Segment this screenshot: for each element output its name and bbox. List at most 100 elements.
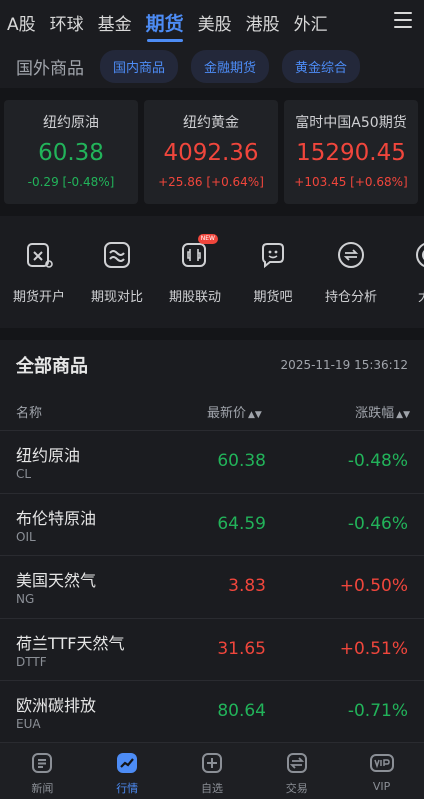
quote-card[interactable]: 富时中国A50期货 15290.45 +103.45 [+0.68%] bbox=[284, 100, 418, 204]
market-icon bbox=[115, 751, 139, 775]
bottom-tab-label: 行情 bbox=[116, 782, 139, 795]
row-code: OIL bbox=[16, 529, 36, 544]
watchlist-icon bbox=[200, 751, 224, 775]
quote-card-name: 富时中国A50期货 bbox=[295, 115, 407, 131]
quote-card-name: 纽约原油 bbox=[43, 115, 99, 131]
news-icon bbox=[30, 751, 54, 775]
sub-nav: 国外商品 国内商品 金融期货 黄金综合 bbox=[0, 44, 424, 88]
row-code: EUA bbox=[16, 717, 41, 731]
tool-link[interactable]: NEW 期股联动 bbox=[156, 216, 234, 328]
position-analysis-icon bbox=[336, 240, 366, 270]
bottom-tab-trade[interactable]: 交易 bbox=[254, 743, 339, 799]
account-open-icon bbox=[24, 240, 54, 270]
new-badge: NEW bbox=[197, 234, 218, 244]
sort-icon: ▲▼ bbox=[248, 410, 262, 420]
quote-card[interactable]: 纽约黄金 4092.36 +25.86 [+0.64%] bbox=[144, 100, 278, 204]
tool-label: 大V bbox=[390, 286, 424, 305]
quote-cards: 纽约原油 60.38 -0.29 [-0.48%] 纽约黄金 4092.36 +… bbox=[0, 100, 424, 204]
row-change: +0.50% bbox=[339, 576, 408, 596]
table-row[interactable]: 荷兰TTF天然气 DTTF 31.65 +0.51% bbox=[0, 617, 424, 680]
bottom-tab-label: 交易 bbox=[285, 782, 308, 795]
quote-card-price: 4092.36 bbox=[163, 140, 259, 166]
tools-row: 期货开户 期现对比 NEW 期股联动 期货吧 持仓分析 大V bbox=[0, 216, 424, 328]
tool-position-analysis[interactable]: 持仓分析 bbox=[312, 216, 390, 328]
row-name: 荷兰TTF天然气 bbox=[16, 633, 125, 653]
tool-account-open[interactable]: 期货开户 bbox=[0, 216, 78, 328]
row-price: 3.83 bbox=[228, 576, 266, 596]
row-name: 布伦特原油 bbox=[16, 508, 97, 528]
row-price: 31.65 bbox=[217, 638, 266, 659]
list-title: 全部商品 bbox=[16, 356, 88, 377]
table-row[interactable]: 布伦特原油 OIL 64.59 -0.46% bbox=[0, 492, 424, 555]
tab-global[interactable]: 环球 bbox=[43, 0, 91, 44]
tab-hk-stocks[interactable]: 港股 bbox=[239, 0, 287, 44]
table-row[interactable]: 欧洲碳排放 EUA 80.64 -0.71% bbox=[0, 680, 424, 743]
row-change: -0.71% bbox=[347, 701, 408, 721]
column-price[interactable]: 最新价 ▲▼ bbox=[207, 402, 262, 421]
tab-futures[interactable]: 期货 bbox=[139, 0, 191, 44]
bottom-tab-vip[interactable]: VIP bbox=[339, 743, 424, 799]
tool-label: 期股联动 bbox=[168, 290, 221, 305]
tool-label: 期货吧 bbox=[253, 290, 293, 305]
sort-icon: ▲▼ bbox=[396, 410, 410, 420]
sub-nav-current[interactable]: 国外商品 bbox=[16, 54, 84, 79]
column-change[interactable]: 涨跌幅 ▲▼ bbox=[355, 402, 410, 421]
row-code: NG bbox=[16, 592, 35, 606]
chat-icon bbox=[258, 240, 288, 270]
commodity-list: 纽约原油 CL 60.38 -0.48% 布伦特原油 OIL 64.59 -0.… bbox=[0, 430, 424, 743]
top-nav: A股 环球 基金 期货 美股 港股 外汇 bbox=[0, 0, 424, 44]
row-name: 美国天然气 bbox=[16, 571, 97, 590]
row-change: -0.46% bbox=[347, 513, 408, 534]
column-price-label: 最新价 bbox=[207, 406, 247, 421]
bottom-tab-bar: 新闻 行情 自选 交易 VIP bbox=[0, 742, 424, 799]
table-row[interactable]: 纽约原油 CL 60.38 -0.48% bbox=[0, 430, 424, 493]
tool-forum[interactable]: 期货吧 bbox=[234, 216, 312, 328]
pill-financial-futures[interactable]: 金融期货 bbox=[191, 49, 270, 83]
row-name: 欧洲碳排放 bbox=[16, 696, 97, 715]
bottom-tab-market[interactable]: 行情 bbox=[85, 743, 170, 799]
row-code: CL bbox=[16, 467, 32, 481]
tool-label: 期货开户 bbox=[12, 290, 65, 305]
row-name: 纽约原油 bbox=[16, 446, 81, 465]
column-name: 名称 bbox=[16, 406, 43, 421]
compare-icon bbox=[102, 240, 132, 270]
quote-card-change: +103.45 [+0.68%] bbox=[294, 175, 408, 189]
tab-funds[interactable]: 基金 bbox=[91, 0, 139, 44]
quote-card-price: 15290.45 bbox=[296, 140, 406, 166]
tool-influencer[interactable]: 大V bbox=[390, 216, 424, 328]
bottom-tab-label: 自选 bbox=[200, 782, 223, 795]
quote-card-change: -0.29 [-0.48%] bbox=[27, 175, 115, 189]
quote-card-price: 60.38 bbox=[38, 140, 104, 166]
link-icon: NEW bbox=[180, 234, 218, 270]
vip-icon bbox=[369, 751, 394, 775]
list-timestamp: 2025-11-19 15:36:12 bbox=[280, 358, 408, 372]
row-price: 60.38 bbox=[217, 451, 266, 471]
bottom-tab-watchlist[interactable]: 自选 bbox=[170, 743, 255, 799]
bottom-tab-news[interactable]: 新闻 bbox=[0, 743, 85, 799]
bottom-tab-label: 新闻 bbox=[31, 782, 54, 795]
tool-label: 期现对比 bbox=[90, 290, 143, 305]
tab-us-stocks[interactable]: 美股 bbox=[191, 0, 239, 44]
row-change: -0.48% bbox=[347, 451, 408, 471]
column-change-label: 涨跌幅 bbox=[355, 406, 395, 421]
row-code: DTTF bbox=[16, 654, 47, 669]
tool-compare[interactable]: 期现对比 bbox=[78, 216, 156, 328]
table-row[interactable]: 美国天然气 NG 3.83 +0.50% bbox=[0, 555, 424, 618]
tab-forex[interactable]: 外汇 bbox=[287, 0, 335, 44]
trade-icon bbox=[285, 751, 309, 775]
row-price: 80.64 bbox=[217, 701, 266, 721]
pill-gold[interactable]: 黄金综合 bbox=[282, 49, 361, 83]
tool-label: 持仓分析 bbox=[324, 290, 377, 305]
list-header: 全部商品 2025-11-19 15:36:12 bbox=[0, 340, 424, 390]
row-change: +0.51% bbox=[339, 638, 408, 659]
quote-card-name: 纽约黄金 bbox=[183, 115, 239, 131]
column-header: 名称 最新价 ▲▼ 涨跌幅 ▲▼ bbox=[0, 390, 424, 430]
quote-card-change: +25.86 [+0.64%] bbox=[158, 175, 264, 189]
row-price: 64.59 bbox=[217, 513, 266, 534]
menu-icon[interactable] bbox=[394, 12, 412, 28]
quote-card[interactable]: 纽约原油 60.38 -0.29 [-0.48%] bbox=[4, 100, 138, 204]
bottom-tab-label: VIP bbox=[372, 780, 391, 793]
vip-target-icon bbox=[414, 240, 424, 270]
pill-domestic-commodities[interactable]: 国内商品 bbox=[100, 49, 179, 83]
tab-a-shares[interactable]: A股 bbox=[0, 0, 43, 44]
